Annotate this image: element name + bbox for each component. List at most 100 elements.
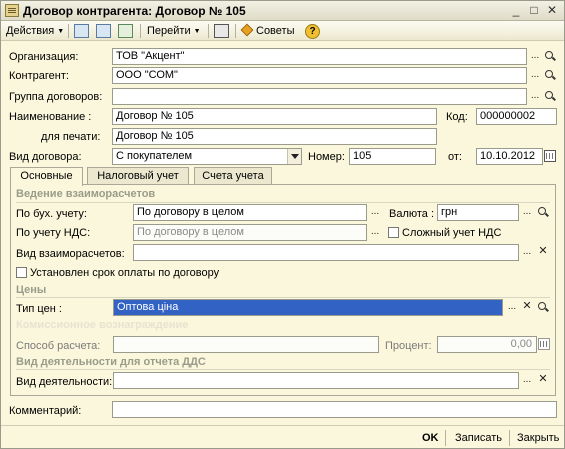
contract-group-label: Группа договоров: — [9, 91, 103, 103]
section-commission: Комиссионное вознаграждение — [16, 319, 189, 331]
contract-type-label: Вид договора: — [9, 151, 82, 163]
percent-label: Процент: — [385, 340, 432, 352]
toolbar-separator — [140, 24, 141, 38]
title-bar: Договор контрагента: Договор № 105 _ □ ✕ — [1, 1, 564, 21]
name-field[interactable]: Договор № 105 — [112, 108, 437, 125]
organization-open-button[interactable] — [543, 49, 557, 64]
contract-type-dropdown-icon[interactable] — [287, 149, 301, 164]
clear-icon[interactable]: ✕ — [520, 300, 534, 315]
currency-field[interactable]: грн — [437, 204, 519, 221]
tab-main[interactable]: Основные — [10, 167, 83, 186]
magnifier-icon — [545, 91, 553, 99]
actions-menu[interactable]: Действия ▼ — [6, 23, 64, 39]
complex-vat-checkbox[interactable] — [388, 227, 399, 238]
go-to-list-icon[interactable] — [74, 24, 89, 38]
activity-label: Вид деятельности: — [16, 376, 113, 388]
activity-field[interactable] — [113, 372, 519, 389]
contract-type-select[interactable]: С покупателем — [112, 148, 302, 165]
contract-group-open-button[interactable] — [543, 89, 557, 104]
close-button[interactable]: Закрыть — [517, 431, 559, 445]
price-type-field[interactable]: Оптова ціна — [113, 299, 503, 316]
toolbar: Действия ▼ Перейти ▼ Советы ? — [1, 21, 564, 41]
close-window-button[interactable]: ✕ — [544, 3, 560, 18]
lightbulb-icon — [240, 23, 254, 37]
maximize-button[interactable]: □ — [526, 3, 542, 18]
calc-method-field[interactable] — [113, 336, 379, 353]
help-button[interactable]: ? — [305, 24, 320, 39]
name-label: Наименование : — [9, 111, 92, 123]
ok-button[interactable]: OK — [422, 431, 439, 445]
code-label: Код: — [446, 111, 468, 123]
section-settlements: Ведение взаиморасчетов — [16, 188, 156, 200]
number-field[interactable]: 105 — [349, 148, 436, 165]
contract-window: Договор контрагента: Договор № 105 _ □ ✕… — [0, 0, 565, 449]
magnifier-icon — [545, 51, 553, 59]
magnifier-icon — [545, 70, 553, 78]
vat-select-button[interactable]: ... — [368, 225, 382, 240]
print-name-label: для печати: — [41, 131, 101, 143]
section-divider — [16, 297, 550, 298]
organization-select-button[interactable]: ... — [528, 49, 542, 64]
payment-term-label: Установлен срок оплаты по договору — [30, 267, 220, 279]
tips-button[interactable]: Советы — [240, 23, 295, 39]
clear-icon[interactable]: ✕ — [536, 245, 550, 260]
settlement-type-field[interactable] — [133, 244, 519, 261]
date-label: от: — [448, 151, 462, 163]
tab-tax-accounting[interactable]: Налоговый учет — [87, 167, 189, 185]
tab-accounts[interactable]: Счета учета — [194, 167, 272, 185]
calc-method-label: Способ расчета: — [16, 340, 101, 352]
calendar-icon[interactable] — [544, 150, 556, 162]
currency-select-button[interactable]: ... — [520, 205, 534, 220]
comment-label: Комментарий: — [9, 405, 82, 417]
date-field[interactable]: 10.10.2012 — [476, 148, 543, 165]
counterparty-label: Контрагент: — [9, 70, 69, 82]
copy-icon[interactable] — [96, 24, 111, 38]
currency-label: Валюта : — [389, 208, 435, 220]
goto-menu[interactable]: Перейти ▼ — [147, 23, 201, 39]
settlement-type-select-button[interactable]: ... — [520, 245, 534, 260]
organization-label: Организация: — [9, 51, 79, 63]
print-name-field[interactable]: Договор № 105 — [112, 128, 437, 145]
footer-separator — [509, 430, 510, 446]
price-type-label: Тип цен : — [16, 303, 62, 315]
section-divider — [16, 369, 550, 370]
counterparty-field[interactable]: ООО "СОМ" — [112, 67, 527, 84]
price-type-open-button[interactable] — [536, 300, 550, 315]
minimize-button[interactable]: _ — [508, 3, 524, 18]
vat-field[interactable]: По договору в целом — [133, 224, 367, 241]
actions-label: Действия — [6, 25, 55, 37]
acc-select-button[interactable]: ... — [368, 205, 382, 220]
complex-vat-label: Сложный учет НДС — [402, 227, 502, 239]
currency-open-button[interactable] — [536, 205, 550, 220]
save-button[interactable]: Записать — [455, 431, 502, 445]
window-title: Договор контрагента: Договор № 105 — [23, 4, 246, 18]
refresh-icon[interactable] — [118, 24, 133, 38]
structure-icon[interactable] — [214, 24, 229, 38]
counterparty-open-button[interactable] — [543, 68, 557, 83]
comment-field[interactable] — [112, 401, 557, 418]
chevron-down-icon: ▼ — [193, 28, 201, 35]
section-prices: Цены — [16, 284, 47, 296]
code-field[interactable]: 000000002 — [476, 108, 557, 125]
tips-label: Советы — [256, 25, 295, 37]
chevron-down-icon: ▼ — [57, 28, 65, 35]
footer-bar: OK Записать Закрыть — [1, 425, 564, 449]
toolbar-separator — [68, 24, 69, 38]
number-label: Номер: — [308, 151, 345, 163]
contract-group-field[interactable] — [112, 88, 527, 105]
settlement-type-label: Вид взаиморасчетов: — [16, 248, 125, 260]
magnifier-icon — [538, 207, 546, 215]
price-type-select-button[interactable]: ... — [505, 300, 519, 315]
document-icon — [5, 4, 19, 17]
contract-group-select-button[interactable]: ... — [528, 89, 542, 104]
percent-field[interactable]: 0,00 — [437, 336, 537, 353]
calculator-icon[interactable] — [538, 338, 550, 350]
activity-select-button[interactable]: ... — [520, 373, 534, 388]
acc-field[interactable]: По договору в целом — [133, 204, 367, 221]
counterparty-select-button[interactable]: ... — [528, 68, 542, 83]
clear-icon[interactable]: ✕ — [536, 373, 550, 388]
section-activity: Вид деятельности для отчета ДДС — [16, 356, 206, 368]
payment-term-checkbox[interactable] — [16, 267, 27, 278]
magnifier-icon — [538, 302, 546, 310]
organization-field[interactable]: ТОВ "Акцент" — [112, 48, 527, 65]
